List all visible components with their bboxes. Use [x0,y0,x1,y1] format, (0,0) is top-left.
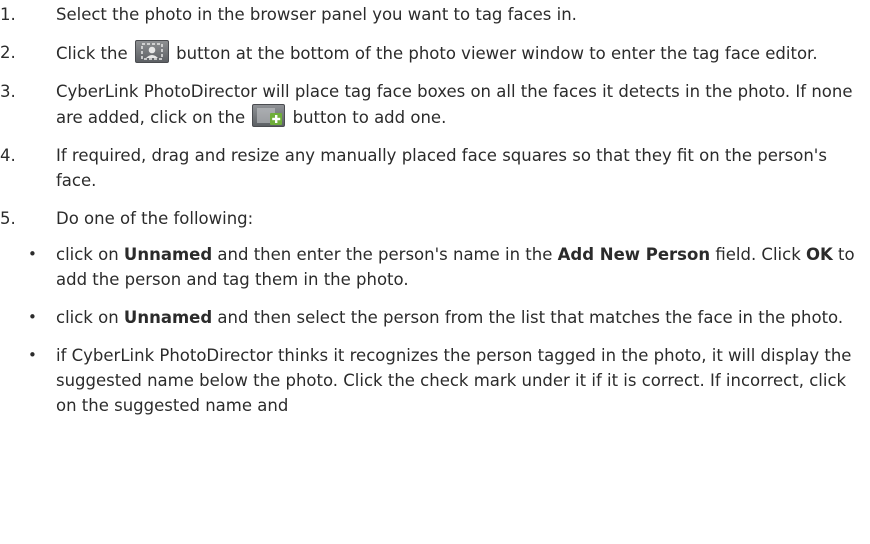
bullet-text: click on Unnamed and then select the per… [56,308,844,327]
step-text: Click the button at the bottom of the ph… [56,40,856,66]
tag-face-button-icon [134,40,169,63]
step-number: 5. [0,209,16,228]
step-number: 3. [0,82,16,101]
add-face-box-icon [252,104,286,127]
step-5: 5. Do one of the following: [0,206,870,231]
bullet-text: if CyberLink PhotoDirector thinks it rec… [56,346,852,415]
step-text-after: button at the bottom of the photo viewer… [176,44,818,63]
bullet-dot: • [28,245,37,263]
step-4: 4. If required, drag and resize any manu… [0,143,870,193]
step-text: Select the photo in the browser panel yo… [56,5,577,24]
step-number: 4. [0,146,16,165]
bullet-list: • click on Unnamed and then enter the pe… [0,242,870,418]
step-number: 1. [0,5,16,24]
step-3: 3. CyberLink PhotoDirector will place ta… [0,79,870,130]
step-text-before: CyberLink PhotoDirector will place tag f… [56,82,853,127]
step-number: 2. [0,43,16,62]
bullet-item-3: • if CyberLink PhotoDirector thinks it r… [0,343,870,418]
bullet-dot: • [28,346,37,364]
instructions: 1. Select the photo in the browser panel… [0,0,870,418]
step-1: 1. Select the photo in the browser panel… [0,2,870,27]
bullet-text: click on Unnamed and then enter the pers… [56,245,855,289]
bullet-item-2: • click on Unnamed and then select the p… [0,305,870,330]
step-text: CyberLink PhotoDirector will place tag f… [56,79,856,130]
step-text: Do one of the following: [56,209,254,228]
step-text-before: Click the [56,44,128,63]
step-2: 2. Click the button at the bottom of the… [0,40,870,66]
bullet-dot: • [28,308,37,326]
step-text: If required, drag and resize any manuall… [56,146,827,190]
step-text-after: button to add one. [292,108,447,127]
bullet-item-1: • click on Unnamed and then enter the pe… [0,242,870,292]
